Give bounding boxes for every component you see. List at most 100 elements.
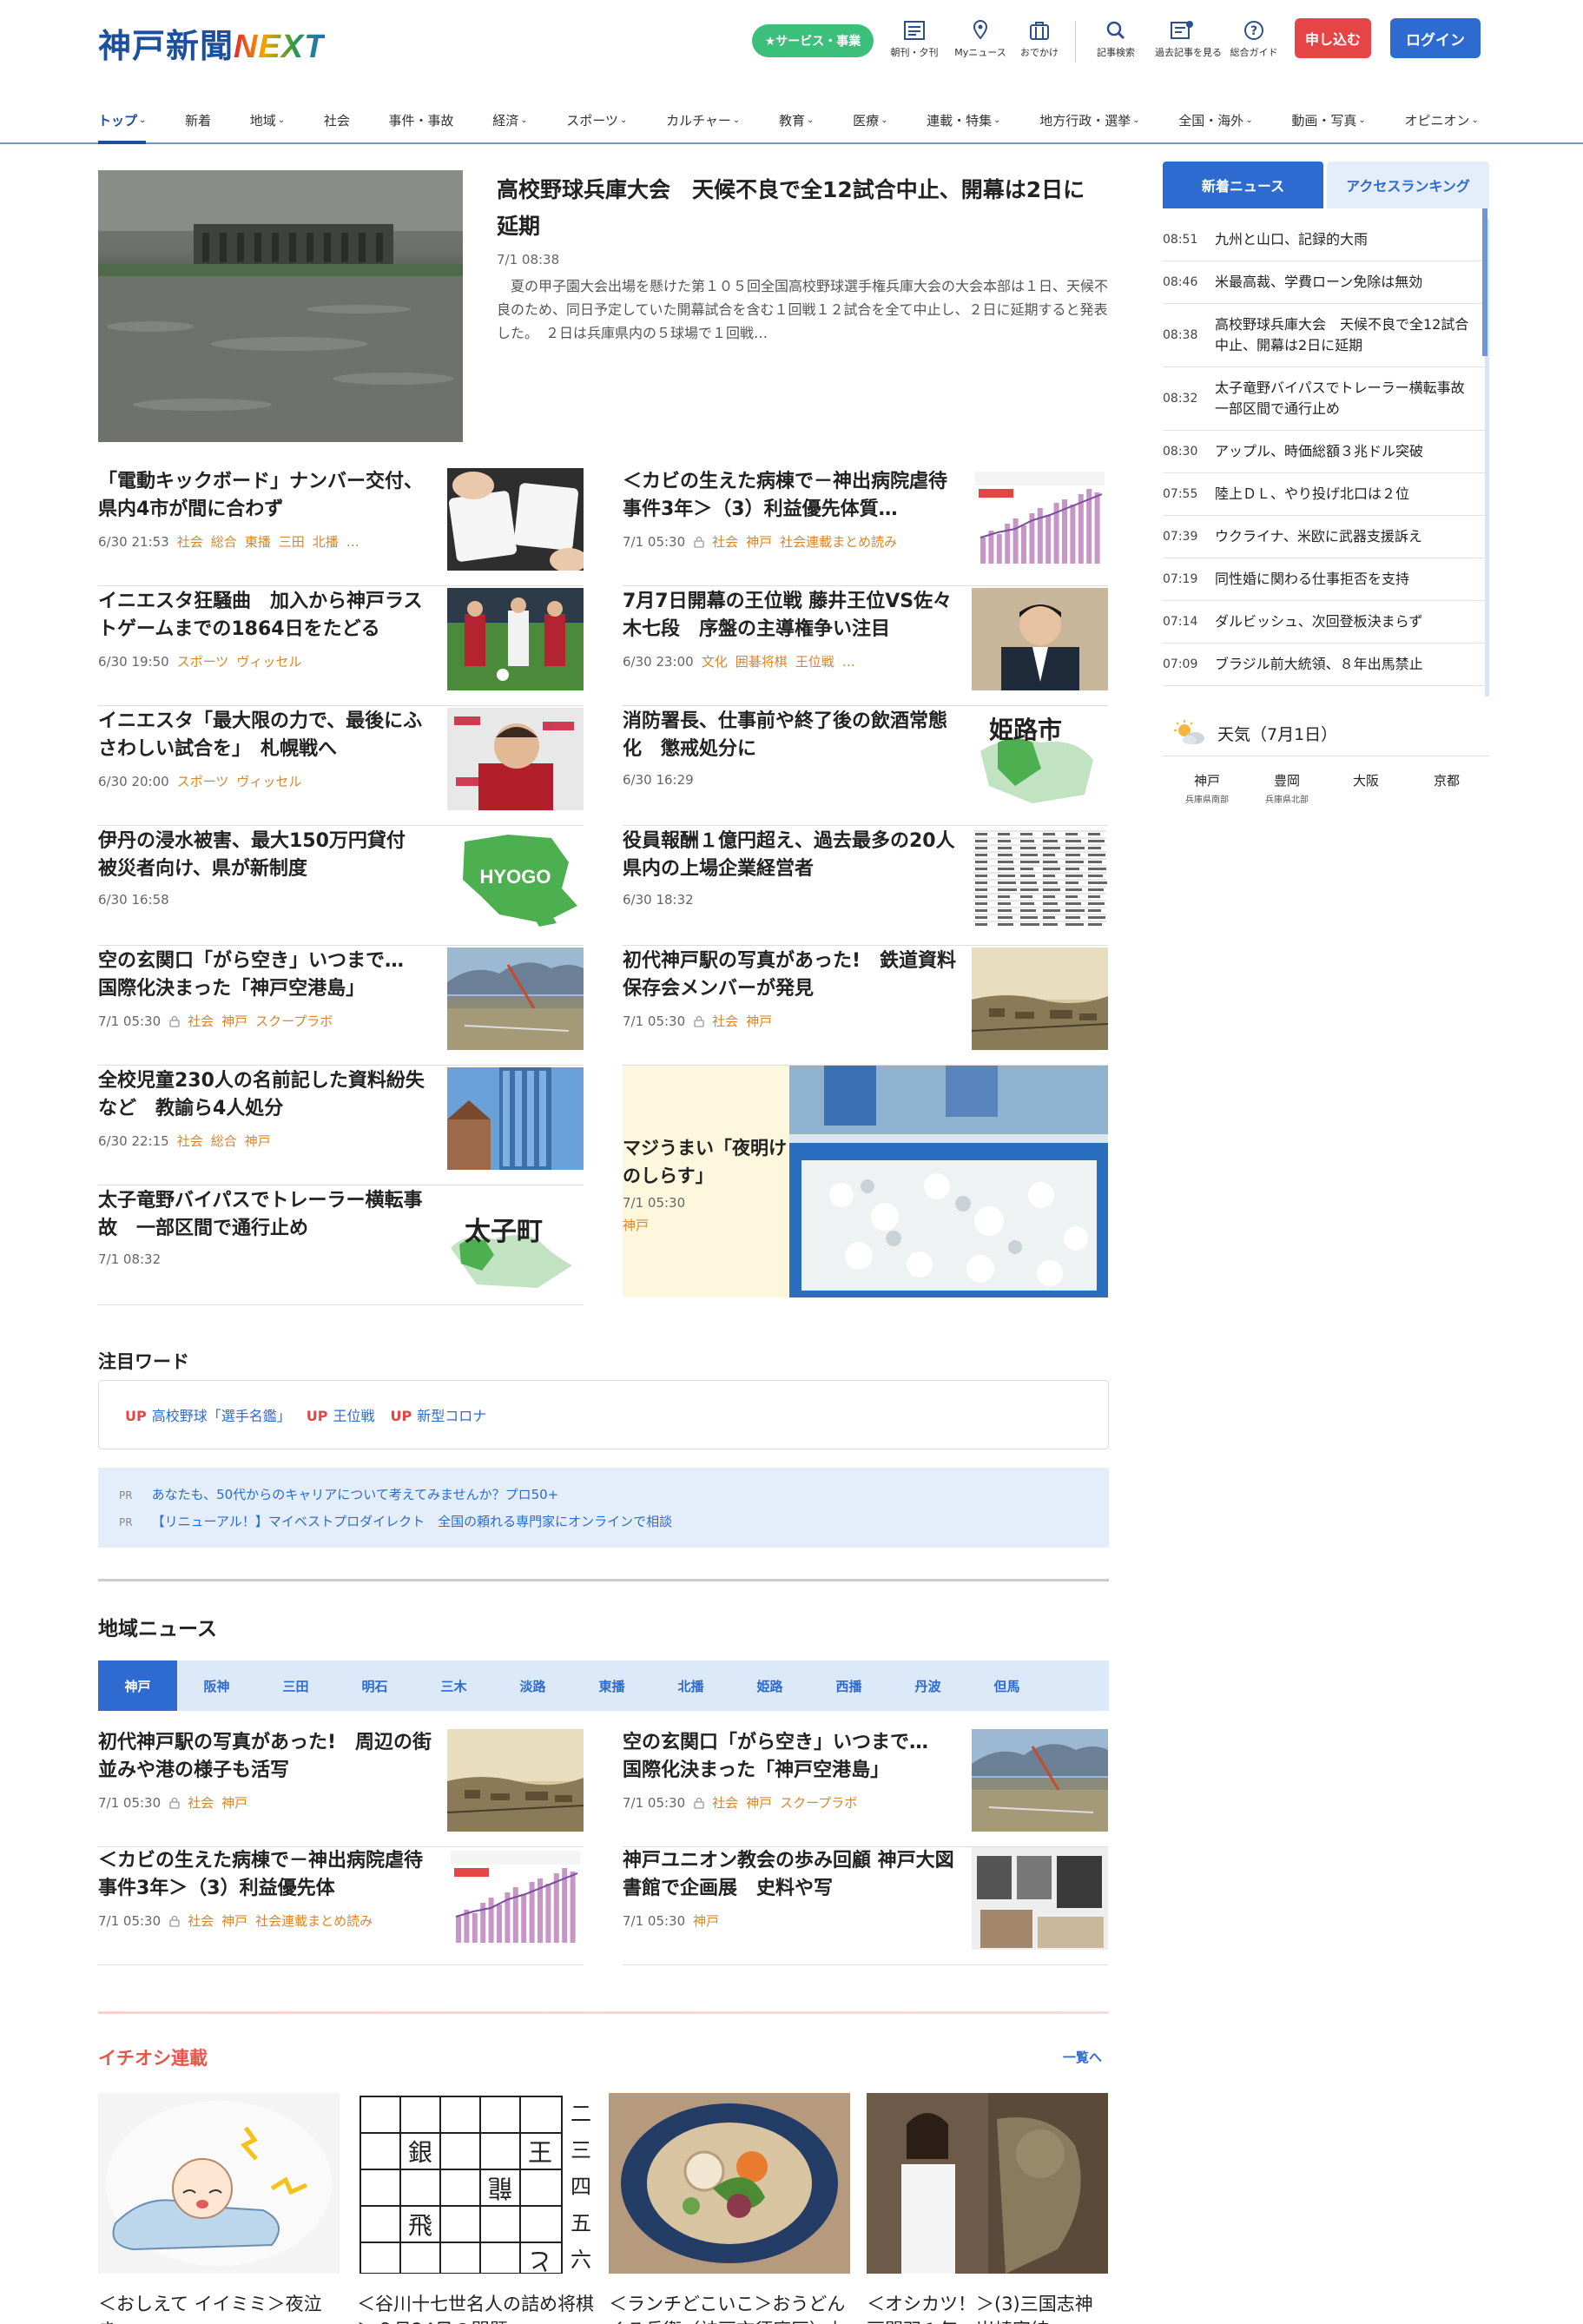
region-tab[interactable]: 明石 <box>335 1660 414 1711</box>
nav-item[interactable]: 地方行政・選挙 ⌄ <box>1039 96 1139 144</box>
article-tag[interactable]: スポーツ <box>177 774 229 789</box>
article-tag[interactable]: ヴィッセル <box>236 774 301 789</box>
guide-button[interactable]: ? 総合ガイド <box>1227 19 1281 59</box>
latest-news-item[interactable]: 08:30 アップル、時価総額３兆ドル突破 <box>1163 431 1485 473</box>
latest-news-item[interactable]: 08:46 米最高裁、学費ローン免除は無効 <box>1163 261 1485 304</box>
serial-card[interactable]: 銀 王龍飛と 二三四五六 ＜谷川十七世名人の詰め将棋＞６月24日の問題 <box>357 2093 598 2324</box>
search-button[interactable]: 記事検索 <box>1089 19 1143 59</box>
service-button[interactable]: ★サービス・事業 <box>752 24 874 57</box>
latest-news-item[interactable]: 08:51 九州と山口、記録的大雨 <box>1163 219 1485 261</box>
odekake-button[interactable]: おでかけ <box>1012 19 1066 59</box>
article-card[interactable]: イニエスタ「最大限の力で、最後にふさわしい試合を」 札幌戦へ 6/30 20:00… <box>98 708 584 826</box>
login-button[interactable]: ログイン <box>1390 18 1481 58</box>
latest-news-item[interactable]: 08:38 高校野球兵庫大会 天候不良で全12試合中止、開幕は2日に延期 <box>1163 304 1485 367</box>
article-tag[interactable]: … <box>842 654 855 670</box>
article-tag[interactable]: 社会 <box>712 1795 738 1811</box>
article-card[interactable]: 神戸ユニオン教会の歩み回顧 神戸大図書館で企画展 史料や写 7/1 05:30 神戸 <box>623 1847 1108 1965</box>
trend-word[interactable]: UP 新型コロナ <box>390 1404 486 1425</box>
article-card[interactable]: ＜カビの生えた病棟で－神出病院虐待事件3年＞（3）利益優先体質… 7/1 05:3… <box>623 468 1108 586</box>
article-tag[interactable]: 北播 <box>313 534 339 550</box>
top-story-title[interactable]: 高校野球兵庫大会 天候不良で全12試合中止、開幕は2日に延期 <box>497 172 1105 245</box>
nav-item[interactable]: トップ ⌄ <box>98 96 147 144</box>
weather-city-kyoto[interactable]: 京都 <box>1412 771 1481 792</box>
article-tag[interactable]: 囲碁将棋 <box>735 654 788 670</box>
article-tag[interactable]: 神戸 <box>746 1013 772 1029</box>
article-tag[interactable]: 社会 <box>177 1133 203 1149</box>
region-tab[interactable]: 丹波 <box>888 1660 967 1711</box>
article-card[interactable]: 空の玄関口「がら空き」いつまで… 国際化決まった「神戸空港島」 7/1 05:30… <box>623 1729 1108 1847</box>
site-logo[interactable]: 神戸新聞NEXT <box>98 19 325 67</box>
article-tag[interactable]: 総合 <box>211 534 237 550</box>
article-tag[interactable]: ヴィッセル <box>236 654 301 670</box>
tab-latest-news[interactable]: 新着ニュース <box>1163 162 1323 208</box>
nav-item[interactable]: 新着 <box>185 96 211 144</box>
region-tab[interactable]: 神戸 <box>98 1660 177 1711</box>
nav-item[interactable]: 経済 ⌄ <box>492 96 527 144</box>
feature-tag[interactable]: 神戸 <box>623 1216 649 1234</box>
region-tab[interactable]: 北播 <box>651 1660 730 1711</box>
region-tab[interactable]: 但馬 <box>967 1660 1046 1711</box>
article-card[interactable]: 7月7日開幕の王位戦 藤井王位VS佐々木七段 序盤の主導権争い注目 6/30 23… <box>623 588 1108 706</box>
article-tag[interactable]: … <box>346 534 359 550</box>
article-tag[interactable]: スクープラボ <box>780 1795 857 1811</box>
article-card[interactable]: 消防署長、仕事前や終了後の飲酒常態化 懲戒処分に 6/30 16:29 姫路市 <box>623 708 1108 826</box>
article-tag[interactable]: 社会連載まとめ読み <box>780 534 897 550</box>
serial-card[interactable]: ＜オシカツ！＞(3)三国志神戸関羽１年一岩崎宮結 <box>867 2093 1108 2324</box>
latest-news-item[interactable]: 07:39 ウクライナ、米欧に武器支援訴え <box>1163 516 1485 558</box>
pr-link[interactable]: PR あなたも、50代からのキャリアについて考えてみませんか？プロ50+ <box>119 1482 1088 1509</box>
article-card[interactable]: 初代神戸駅の写真があった! 周辺の街並みや港の様子も活写 7/1 05:30 社会神… <box>98 1729 584 1847</box>
latest-news-item[interactable]: 07:14 ダルビッシュ、次回登板決まらず <box>1163 601 1485 644</box>
apply-button[interactable]: 申し込む <box>1295 18 1371 58</box>
article-tag[interactable]: 社会 <box>712 1013 738 1029</box>
article-tag[interactable]: 神戸 <box>746 1795 772 1811</box>
article-card[interactable]: 空の玄関口「がら空き」いつまで… 国際化決まった「神戸空港島」 7/1 05:30… <box>98 947 584 1066</box>
article-tag[interactable]: 三田 <box>279 534 305 550</box>
article-card[interactable]: ＜カビの生えた病棟で－神出病院虐待事件3年＞（3）利益優先体 7/1 05:30 社… <box>98 1847 584 1965</box>
region-tab[interactable]: 淡路 <box>493 1660 572 1711</box>
article-tag[interactable]: 神戸 <box>693 1913 719 1929</box>
nav-item[interactable]: 連載・特集 ⌄ <box>927 96 1000 144</box>
article-card[interactable]: イニエスタ狂騒曲 加入から神戸ラストゲームまでの1864日をたどる 6/30 19… <box>98 588 584 706</box>
tab-access-ranking[interactable]: アクセスランキング <box>1327 162 1489 208</box>
article-tag[interactable]: 社会 <box>712 534 738 550</box>
article-tag[interactable]: スクープラボ <box>255 1013 333 1029</box>
article-tag[interactable]: 神戸 <box>245 1133 271 1149</box>
newspaper-button[interactable]: 朝刊・夕刊 <box>887 19 941 59</box>
latest-news-list[interactable]: 08:51 九州と山口、記録的大雨 08:46 米最高裁、学費ローン免除は無効 08:3… <box>1163 219 1489 697</box>
list-scrollbar[interactable] <box>1482 208 1487 356</box>
article-tag[interactable]: 総合 <box>211 1133 237 1149</box>
nav-item[interactable]: カルチャー ⌄ <box>666 96 740 144</box>
nav-item[interactable]: 地域 ⌄ <box>250 96 285 144</box>
article-tag[interactable]: 社会 <box>188 1013 214 1029</box>
archive-button[interactable]: 過去記事を見る <box>1155 19 1222 59</box>
nav-item[interactable]: 事件・事故 <box>389 96 454 144</box>
article-tag[interactable]: 神戸 <box>221 1913 247 1929</box>
latest-news-item[interactable]: 07:55 陸上ＤＬ、やり投げ北口は２位 <box>1163 473 1485 516</box>
weather-city-kobe[interactable]: 神戸 兵庫県南部 <box>1172 771 1242 805</box>
serial-card[interactable]: ＜おしえて イイミミ＞夜泣き <box>98 2093 340 2324</box>
article-tag[interactable]: 社会 <box>177 534 203 550</box>
nav-item[interactable]: スポーツ ⌄ <box>566 96 627 144</box>
article-tag[interactable]: 神戸 <box>221 1795 247 1811</box>
latest-news-item[interactable]: 08:32 太子竜野バイパスでトレーラー横転事故 一部区間で通行止め <box>1163 367 1485 431</box>
region-tab[interactable]: 東播 <box>572 1660 651 1711</box>
region-tab[interactable]: 阪神 <box>177 1660 256 1711</box>
nav-item[interactable]: 動画・写真 ⌄ <box>1291 96 1365 144</box>
nav-item[interactable]: オピニオン ⌄ <box>1404 96 1478 144</box>
article-card[interactable]: 役員報酬１億円超え、過去最多の20人 県内の上場企業経営者 6/30 18:32 <box>623 828 1108 946</box>
nav-item[interactable]: 全国・海外 ⌄ <box>1178 96 1252 144</box>
latest-news-item[interactable]: 07:19 同性婚に関わる仕事拒否を支持 <box>1163 558 1485 601</box>
article-tag[interactable]: 文化 <box>702 654 728 670</box>
nav-item[interactable]: 社会 <box>324 96 350 144</box>
weather-city-osaka[interactable]: 大阪 <box>1331 771 1401 792</box>
mynews-button[interactable]: Myニュース <box>953 19 1007 59</box>
pr-link[interactable]: PR 【リニューアル！】マイベストプロダイレクト 全国の頼れる専門家にオンラインで… <box>119 1509 1088 1535</box>
region-tab[interactable]: 三田 <box>256 1660 335 1711</box>
article-card[interactable]: 「電動キックボード」ナンバー交付、県内4市が間に合わず 6/30 21:53 社会総… <box>98 468 584 586</box>
feature-article[interactable]: マジうまい「夜明けのしらす」 7/1 05:30 神戸 <box>623 1065 1108 1297</box>
nav-item[interactable]: 医療 ⌄ <box>853 96 887 144</box>
article-tag[interactable]: 王位戦 <box>795 654 834 670</box>
article-card[interactable]: 太子竜野バイパスでトレーラー横転事故 一部区間で通行止め 7/1 08:32 太子町 <box>98 1187 584 1305</box>
latest-news-item[interactable]: 07:09 ブラジル前大統領、８年出馬禁止 <box>1163 644 1485 686</box>
serial-card[interactable]: ＜ランチどこいこ＞おうどんくろ兵衛（神戸市須磨区）丸 <box>609 2093 850 2324</box>
